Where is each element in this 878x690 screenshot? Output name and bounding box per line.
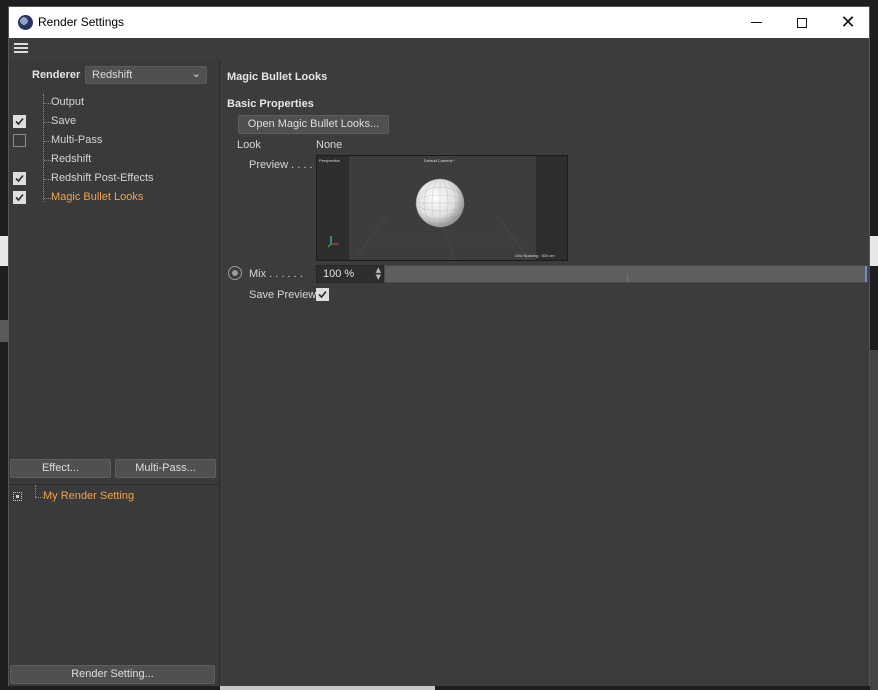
properties-panel: Magic Bullet Looks Basic Properties Open… bbox=[221, 60, 869, 686]
tree-item-multi-pass[interactable]: Multi-Pass bbox=[9, 132, 220, 151]
maximize-button[interactable] bbox=[779, 7, 825, 38]
tree-item-save[interactable]: Save bbox=[9, 113, 220, 132]
mix-slider-tick bbox=[627, 275, 628, 282]
tree-connector bbox=[44, 103, 51, 104]
preview-image: Perspective Default Camera:* Grid Spacin… bbox=[316, 155, 568, 261]
tree-connector bbox=[44, 198, 51, 199]
minimize-icon bbox=[750, 22, 762, 23]
checkbox-check-icon bbox=[15, 193, 24, 202]
render-setting-item[interactable]: My Render Setting bbox=[9, 485, 220, 507]
tree-connector bbox=[44, 122, 51, 123]
viewport-render-svg bbox=[327, 178, 528, 260]
close-button[interactable]: ✕ bbox=[825, 7, 871, 38]
tree-item-checkbox[interactable] bbox=[13, 191, 26, 204]
tree-item-redshift[interactable]: Redshift bbox=[9, 151, 220, 170]
dropdown-chevron-icon: ⌄ bbox=[191, 67, 201, 80]
maximize-icon bbox=[797, 17, 807, 28]
render-setting-button[interactable]: Render Setting... bbox=[10, 665, 215, 684]
spinner-icon[interactable]: ▲ ▼ bbox=[376, 267, 381, 281]
renderer-dropdown[interactable]: Redshift ⌄ bbox=[85, 66, 207, 84]
tree-item-label: Magic Bullet Looks bbox=[51, 191, 144, 203]
bg-panel-strip bbox=[870, 350, 878, 690]
tree-item-redshift-post-effects[interactable]: Redshift Post-Effects bbox=[9, 170, 220, 189]
tree-connector bbox=[44, 141, 51, 142]
tree-connector bbox=[35, 497, 43, 498]
render-setting-label: My Render Setting bbox=[43, 490, 135, 502]
divider bbox=[9, 484, 220, 485]
tree-item-magic-bullet-looks[interactable]: Magic Bullet Looks bbox=[9, 189, 220, 208]
multi-pass-button[interactable]: Multi-Pass... bbox=[115, 459, 216, 478]
effect-button[interactable]: Effect... bbox=[10, 459, 111, 478]
mix-label: Mix . . . . . . bbox=[249, 268, 303, 280]
tree-item-label: Redshift bbox=[51, 153, 92, 165]
menu-bar bbox=[9, 38, 869, 60]
section-title: Magic Bullet Looks bbox=[227, 71, 328, 83]
tree-item-checkbox[interactable] bbox=[13, 172, 26, 185]
checkbox-check-icon bbox=[318, 290, 327, 299]
basic-properties-heading: Basic Properties bbox=[227, 98, 314, 110]
close-icon: ✕ bbox=[840, 11, 856, 33]
renderer-value: Redshift bbox=[92, 69, 133, 81]
tree-item-checkbox[interactable] bbox=[13, 115, 26, 128]
checkbox-check-icon bbox=[15, 174, 24, 183]
tree-item-label: Output bbox=[51, 96, 85, 108]
render-settings-window: Render Settings ✕ Renderer Redshift ⌄ Ou… bbox=[8, 6, 870, 686]
checkbox-check-icon bbox=[15, 117, 24, 126]
renderer-row: Renderer Redshift ⌄ bbox=[9, 66, 220, 86]
cinema4d-app-icon bbox=[18, 15, 33, 30]
tree-item-checkbox[interactable] bbox=[13, 134, 26, 147]
preview-label: Preview . . . . bbox=[249, 159, 313, 171]
viewport-grid-spacing: Grid Spacing : 500 cm bbox=[515, 253, 555, 258]
renderer-label: Renderer bbox=[32, 69, 81, 81]
bg-panel-strip bbox=[0, 236, 8, 266]
settings-sidebar: Renderer Redshift ⌄ Output Save Multi-Pass… bbox=[9, 60, 220, 686]
viewport-camera-label: Default Camera:* bbox=[424, 158, 455, 163]
minimize-button[interactable] bbox=[733, 7, 779, 38]
tree-item-label: Save bbox=[51, 115, 77, 127]
tree-item-output[interactable]: Output bbox=[9, 94, 220, 113]
mix-value: 100 % bbox=[323, 268, 355, 280]
title-bar: Render Settings ✕ bbox=[9, 7, 869, 38]
bg-panel-strip bbox=[0, 320, 8, 342]
mix-input[interactable]: 100 % ▲ ▼ bbox=[316, 265, 384, 283]
tree-item-label: Redshift Post-Effects bbox=[51, 172, 154, 184]
open-magic-bullet-looks-button[interactable]: Open Magic Bullet Looks... bbox=[238, 115, 389, 134]
look-label: Look bbox=[237, 139, 261, 151]
save-preview-checkbox[interactable] bbox=[316, 288, 329, 301]
look-value: None bbox=[316, 139, 343, 151]
bg-panel-strip bbox=[870, 236, 878, 266]
viewport-perspective-label: Perspective bbox=[319, 158, 340, 163]
mix-slider[interactable] bbox=[384, 265, 868, 283]
save-preview-label: Save Preview bbox=[249, 289, 317, 301]
window-title: Render Settings bbox=[38, 15, 125, 29]
tree-connector bbox=[35, 485, 36, 497]
mix-radio-icon[interactable] bbox=[228, 266, 242, 280]
mix-slider-fill bbox=[385, 266, 867, 282]
tree-connector bbox=[44, 179, 51, 180]
hamburger-menu-icon[interactable] bbox=[14, 43, 28, 54]
tree-connector bbox=[44, 160, 51, 161]
render-setting-icon bbox=[13, 492, 22, 501]
mix-slider-handle[interactable] bbox=[865, 266, 867, 282]
tree-item-label: Multi-Pass bbox=[51, 134, 103, 146]
